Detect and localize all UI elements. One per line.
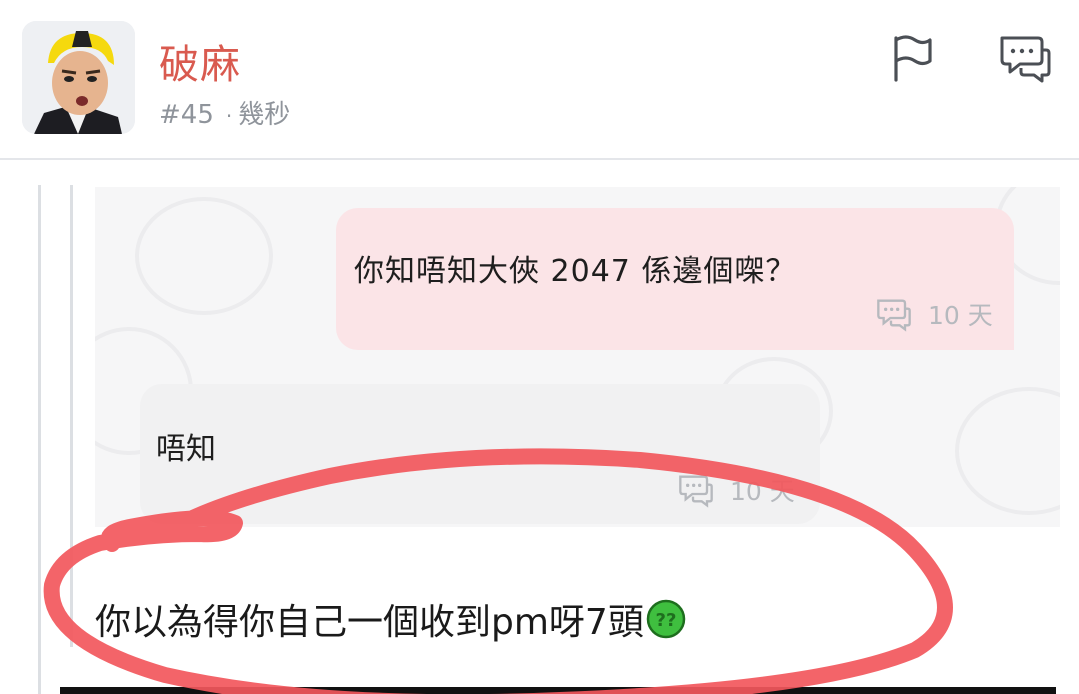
meta-separator: · bbox=[225, 104, 233, 128]
reply-text: 你以為得你自己一個收到pm呀7頭 bbox=[95, 602, 644, 643]
avatar-face-icon bbox=[22, 21, 135, 134]
quote-bar-inner bbox=[70, 185, 73, 647]
post-time: 幾秒 bbox=[238, 100, 291, 130]
reply-text-line: 你以為得你自己一個收到pm呀7頭 ?? bbox=[95, 593, 686, 645]
user-avatar[interactable] bbox=[22, 21, 135, 134]
outgoing-message-text: 你知唔知大俠 2047 係邊個㗎？ bbox=[354, 254, 797, 289]
outgoing-timestamp: 10 天 bbox=[872, 294, 993, 334]
flag-icon[interactable] bbox=[882, 28, 942, 88]
post-meta: #45 · 幾秒 bbox=[159, 94, 290, 131]
chat-bubble-icon[interactable] bbox=[994, 28, 1054, 88]
chat-bubble-icon bbox=[877, 299, 911, 332]
incoming-time-text: 10 天 bbox=[730, 477, 795, 506]
post-header: 破麻 #45 · 幾秒 bbox=[0, 0, 1079, 160]
outgoing-message-bubble: 你知唔知大俠 2047 係邊個㗎？ 10 天 bbox=[336, 208, 1014, 350]
incoming-message-bubble: 唔知 10 天 bbox=[140, 384, 820, 524]
incoming-timestamp: 10 天 bbox=[674, 470, 795, 510]
bottom-media-edge bbox=[60, 687, 1056, 694]
username[interactable]: 破麻 bbox=[159, 32, 241, 90]
post-number: #45 bbox=[159, 100, 214, 130]
chat-bubble-icon bbox=[679, 475, 713, 508]
quote-bar-outer bbox=[38, 185, 41, 694]
outgoing-time-text: 10 天 bbox=[928, 301, 993, 330]
incoming-message-text: 唔知 bbox=[156, 432, 216, 467]
green-question-face-icon: ?? bbox=[646, 599, 686, 639]
svg-text:??: ?? bbox=[655, 610, 676, 631]
